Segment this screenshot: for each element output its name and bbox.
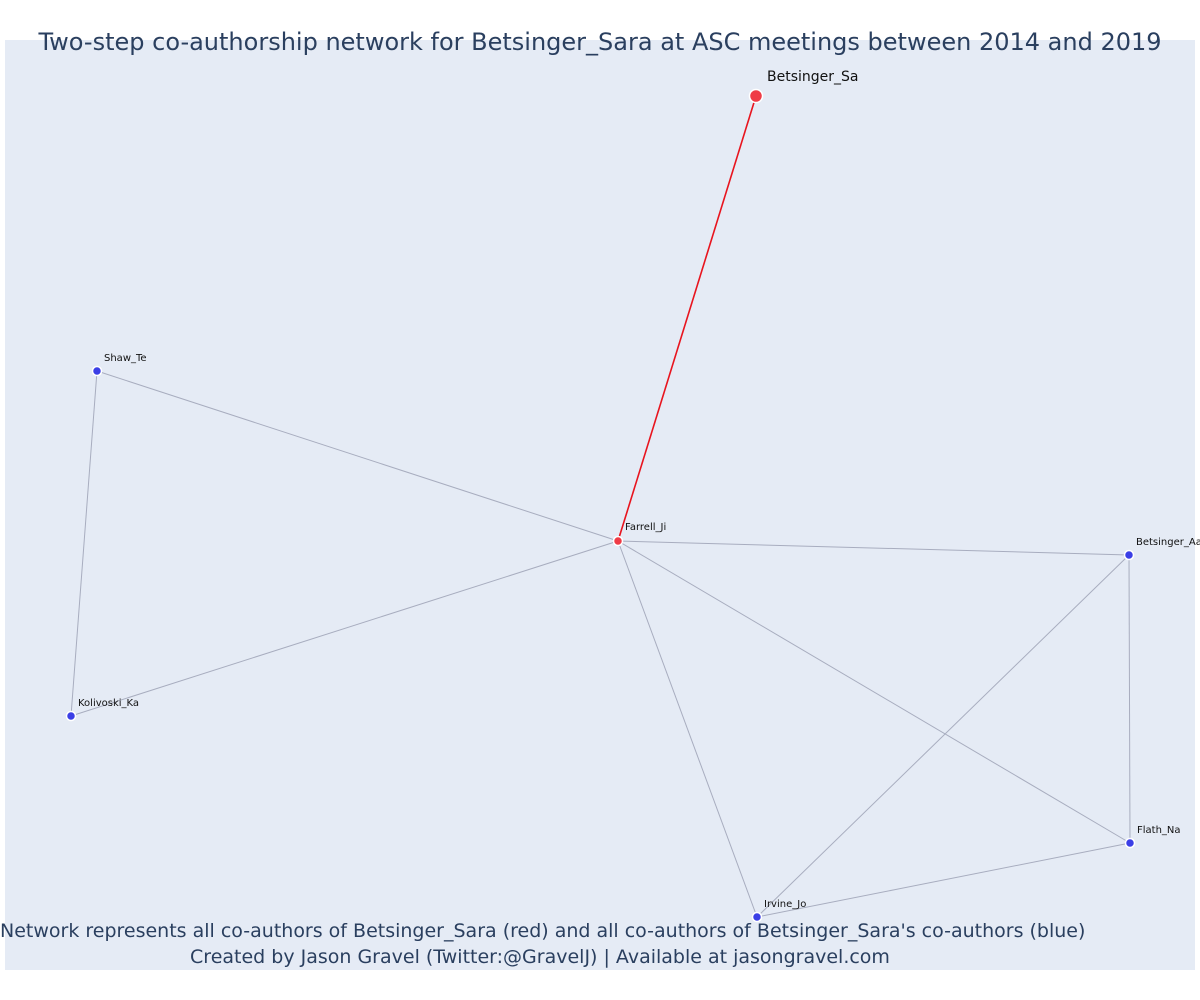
edge-Farrell_Ji-Shaw_Te xyxy=(96,370,619,542)
node-label-Kolivoski_Ka: Kolivoski_Ka xyxy=(78,698,139,709)
edge-Irvine_Jo-Flath_Na xyxy=(756,842,1131,918)
network-graph: Betsinger_Sa Farrell_Ji Shaw_Te Kolivoski_K… xyxy=(65,69,1200,923)
nodes-layer xyxy=(65,88,1136,923)
node-Farrell_Ji[interactable] xyxy=(612,535,624,547)
edge-Shaw_Te-Kolivoski_Ka xyxy=(70,370,98,717)
node-label-Irvine_Jo: Irvine_Jo xyxy=(764,899,806,910)
node-label-Flath_Na: Flath_Na xyxy=(1137,825,1181,836)
node-label-Betsinger_Aa: Betsinger_Aa xyxy=(1136,537,1200,548)
caption-line-1: Network represents all co-authors of Bet… xyxy=(0,920,1086,942)
node-Shaw_Te[interactable] xyxy=(91,365,103,377)
node-label-Betsinger_Sa: Betsinger_Sa xyxy=(767,69,859,85)
node-Betsinger_Sa[interactable] xyxy=(748,88,764,104)
node-Kolivoski_Ka[interactable] xyxy=(65,710,77,722)
node-Flath_Na[interactable] xyxy=(1124,837,1136,849)
edge-Farrell_Ji-Irvine_Jo xyxy=(617,540,758,918)
labels-layer: Betsinger_Sa Farrell_Ji Shaw_Te Kolivoski_K… xyxy=(78,69,1200,910)
caption: Network represents all co-authors of Bet… xyxy=(0,918,1086,970)
edge-Farrell_Ji-Flath_Na xyxy=(617,540,1131,844)
node-label-Farrell_Ji: Farrell_Ji xyxy=(625,522,666,533)
caption-line-2: Created by Jason Gravel (Twitter:@Gravel… xyxy=(190,946,890,968)
edge-Betsinger_Sa-Farrell_Ji xyxy=(617,95,757,542)
edge-Betsinger_Aa-Irvine_Jo xyxy=(756,554,1130,918)
node-label-Shaw_Te: Shaw_Te xyxy=(104,353,147,364)
edges-layer xyxy=(70,95,1131,918)
edge-Farrell_Ji-Betsinger_Aa xyxy=(617,540,1130,556)
edge-Farrell_Ji-Kolivoski_Ka xyxy=(70,540,619,717)
edge-Betsinger_Aa-Flath_Na xyxy=(1128,554,1131,844)
node-Betsinger_Aa[interactable] xyxy=(1123,549,1135,561)
